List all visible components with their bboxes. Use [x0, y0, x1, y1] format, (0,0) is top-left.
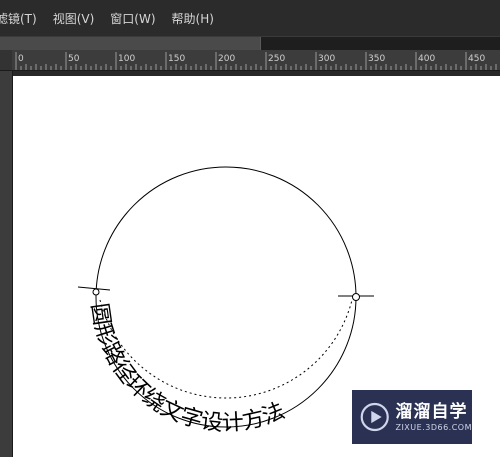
watermark-title: 溜溜自学: [395, 401, 468, 422]
watermark-url: ZIXUE.3D66.COM: [395, 422, 472, 432]
path-text-content: 圆形路径环绕文字设计方法: [86, 302, 289, 437]
right-anchor-point[interactable]: [352, 293, 360, 301]
watermark: 溜溜自学 ZIXUE.3D66.COM: [352, 390, 472, 444]
path-text[interactable]: 圆形路径环绕文字设计方法: [86, 302, 289, 437]
play-logo-icon: [360, 402, 389, 432]
canvas-artwork: 圆形路径环绕文字设计方法: [77, 166, 374, 437]
left-anchor-point[interactable]: [92, 288, 100, 296]
